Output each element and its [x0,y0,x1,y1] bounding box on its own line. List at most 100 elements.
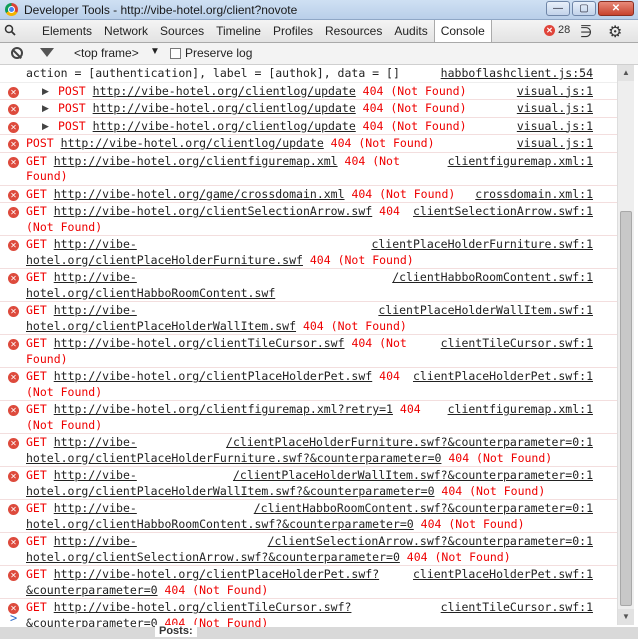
error-icon: ✕ [8,504,19,515]
console-message: ✕ clientPlaceHolderPet.swf:1 GET http://vi… [0,566,617,599]
request-status: 404 (Not Found) [434,483,546,498]
source-link[interactable]: /clientHabboRoomContent.swf:1 [392,270,593,286]
console-message: ✕ clientPlaceHolderPet.swf:1 GET http://vi… [0,368,617,401]
source-link[interactable]: crossdomain.xml:1 [475,186,593,202]
source-link[interactable]: habboflashclient.js:54 [440,66,593,82]
frame-selector[interactable]: <top frame> [74,46,139,60]
request-url[interactable]: http://vibe-hotel.org/clientlog/update [93,84,356,98]
source-link[interactable]: visual.js:1 [516,136,593,152]
error-count-badge[interactable]: ✕ 28 [544,24,570,36]
request-method: GET [26,204,47,218]
error-icon: ✕ [8,339,19,350]
request-url[interactable]: http://vibe-hotel.org/clientSelectionArr… [54,204,373,218]
scroll-up-icon[interactable]: ▲ [618,65,634,81]
tab-timeline[interactable]: Timeline [210,20,267,42]
console-message: ✕ /clientHabboRoomContent.swf:1 GET http:/… [0,269,617,302]
error-icon: ✕ [8,471,19,482]
preserve-log-checkbox[interactable] [170,47,181,59]
error-icon: ✕ [8,86,19,98]
maximize-button[interactable]: ▢ [572,1,596,16]
error-count: 28 [558,24,571,36]
source-link[interactable]: clientPlaceHolderFurniture.swf:1 [371,237,593,253]
tab-network[interactable]: Network [98,20,154,42]
request-status: 404 (Not Found) [157,582,269,597]
source-link[interactable]: /clientPlaceHolderFurniture.swf?&counter… [226,435,593,451]
source-link[interactable]: clientSelectionArrow.swf:1 [412,204,593,220]
console-message: ✕ ▶ visual.js:1 POST http://vibe-hotel.org/… [0,117,617,136]
clear-console-icon[interactable] [11,47,23,59]
request-method: GET [26,567,47,581]
search-icon[interactable] [4,24,16,36]
scroll-down-icon[interactable]: ▼ [618,609,634,625]
source-link[interactable]: visual.js:1 [516,101,593,117]
error-icon: ✕ [8,121,19,133]
request-status: 404 (Not Found) [296,318,407,333]
error-icon: ✕ [8,139,19,150]
console-message: ✕ clientTileCursor.swf:1 GET http://vibe-h… [0,335,617,368]
request-url[interactable]: http://vibe-hotel.org/clientlog/update [93,119,356,133]
source-link[interactable]: clientTileCursor.swf:1 [440,336,593,352]
chrome-logo-icon [5,3,18,16]
request-status: 404 (Not Found) [302,252,414,267]
tab-resources[interactable]: Resources [319,20,388,42]
posts-label: Posts: [155,625,197,637]
console-prompt[interactable]: > [0,611,617,627]
request-method: POST [58,118,86,133]
source-link[interactable]: /clientSelectionArrow.swf?&counterparame… [267,534,593,550]
scrollbar-thumb[interactable] [620,211,632,606]
source-link[interactable]: /clientPlaceHolderWallItem.swf?&counterp… [232,468,593,484]
request-url[interactable]: http://vibe-hotel.org/clientTileCursor.s… [54,336,345,350]
source-link[interactable]: visual.js:1 [516,83,593,99]
console-log[interactable]: habboflashclient.js:54 action = [authenti… [0,65,617,630]
request-method: POST [26,136,54,150]
source-link[interactable]: clientPlaceHolderPet.swf:1 [412,567,593,583]
tab-profiles[interactable]: Profiles [267,20,319,42]
tab-sources[interactable]: Sources [154,20,210,42]
error-icon: ✕ [8,189,19,201]
tab-audits[interactable]: Audits [388,20,433,42]
request-method: GET [26,435,47,449]
filter-icon[interactable] [40,48,54,57]
request-url[interactable]: http://vibe-hotel.org/game/crossdomain.x… [54,187,345,201]
source-link[interactable]: clientPlaceHolderWallItem.swf:1 [378,303,593,319]
dock-side-icon[interactable]: ⋽ [580,24,592,41]
page-behind: Posts: [0,625,638,639]
minimize-button[interactable]: — [546,1,570,16]
console-message: ✕ /clientHabboRoomContent.swf?&counterpar… [0,500,617,533]
request-url[interactable]: http://vibe-hotel.org/clientHabboRoomCon… [26,270,275,300]
request-url[interactable]: http://vibe-hotel.org/clientlog/update [61,136,324,150]
request-url[interactable]: http://vibe-hotel.org/clientfiguremap.xm… [54,402,393,416]
request-url[interactable]: http://vibe-hotel.org/clientlog/update [93,101,356,115]
request-status: 404 (Not Found) [355,101,467,115]
tab-elements[interactable]: Elements [36,20,98,42]
request-method: GET [26,237,47,251]
error-icon: ✕ [8,104,19,115]
request-method: GET [26,303,47,317]
close-button[interactable]: ✕ [598,1,634,16]
request-url[interactable]: http://vibe-hotel.org/clientfiguremap.xm… [54,154,338,168]
prompt-caret: > [10,611,18,625]
error-icon: ✕ [8,405,19,416]
expand-triangle-icon[interactable]: ▶ [42,120,49,136]
panel-tabs: Elements Network Sources Timeline Profil… [36,20,492,42]
chevron-down-icon[interactable]: ▼ [150,46,160,57]
console-message: ✕ clientPlaceHolderFurniture.swf:1 GET htt… [0,236,617,269]
source-link[interactable]: visual.js:1 [516,118,593,134]
request-url[interactable]: http://vibe-hotel.org/clientPlaceHolderF… [26,237,303,267]
expand-triangle-icon[interactable]: ▶ [42,85,49,101]
error-icon: ✕ [8,570,19,581]
preserve-log-toggle[interactable]: Preserve log [170,46,252,60]
source-link[interactable]: clientfiguremap.xml:1 [447,402,593,418]
tab-console[interactable]: Console [433,20,492,42]
source-link[interactable]: clientfiguremap.xml:1 [447,153,593,169]
request-url[interactable]: http://vibe-hotel.org/clientPlaceHolderP… [54,369,373,383]
gear-icon[interactable]: ⚙ [608,22,622,42]
request-status: 404 (Not Found) [344,186,456,201]
error-icon: ✕ [8,537,19,548]
console-scrollbar[interactable]: ▲ ▼ [617,65,634,625]
source-link[interactable]: /clientHabboRoomContent.swf?&counterpara… [253,501,593,517]
expand-triangle-icon[interactable]: ▶ [42,102,49,118]
request-url[interactable]: http://vibe-hotel.org/clientPlaceHolderW… [26,303,296,333]
source-link[interactable]: clientPlaceHolderPet.swf:1 [412,369,593,385]
title-bar: Developer Tools - http://vibe-hotel.org/… [0,0,638,20]
